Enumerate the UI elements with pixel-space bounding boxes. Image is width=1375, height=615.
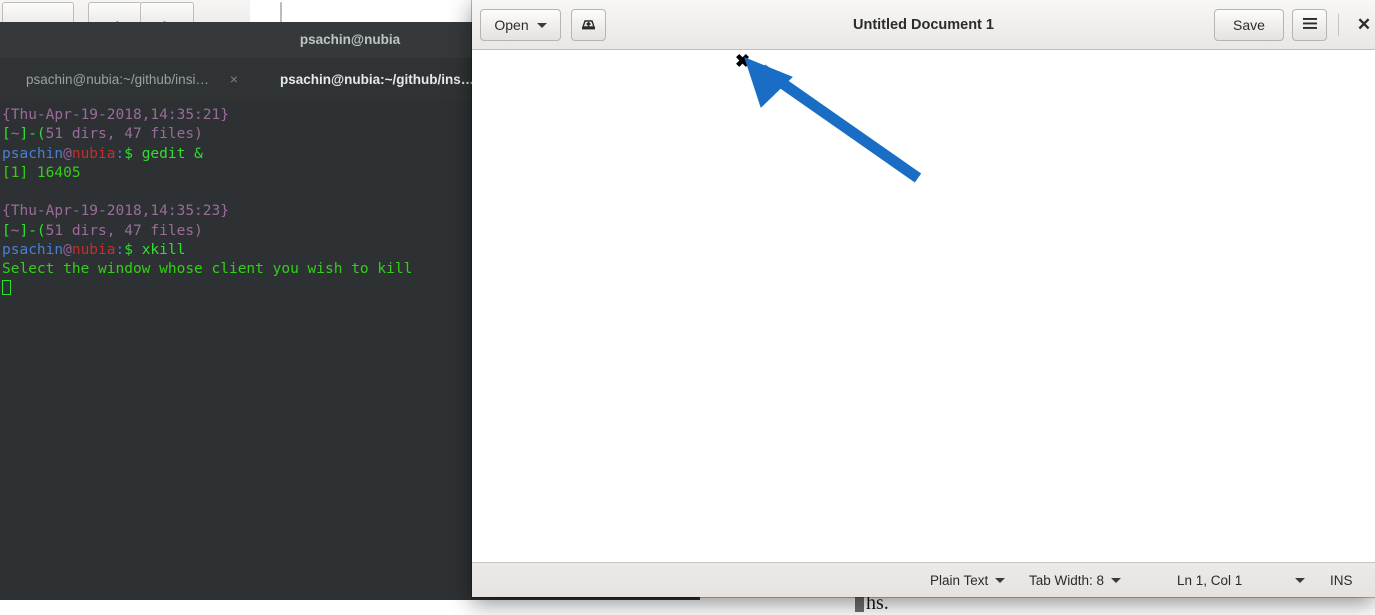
prompt-host-1: nubia <box>72 146 116 162</box>
gedit-window[interactable]: Untitled Document 1 Open Save <box>472 0 1375 597</box>
dirinfo-close-1: ) <box>194 126 203 142</box>
dirinfo-open-2: [ <box>2 223 11 239</box>
prompt-colon-1: : <box>116 146 125 162</box>
document-editor[interactable] <box>472 50 1375 562</box>
job-output-text: [1] 16405 <box>2 165 81 181</box>
terminal-tab-2[interactable]: psachin@nubia:~/github/ins… <box>266 58 486 100</box>
dirinfo-mid-1: ]-( <box>19 126 45 142</box>
timestamp-text: {Thu-Apr-19-2018,14:35:21} <box>2 107 229 123</box>
cursor-position: Ln 1, Col 1 <box>1177 563 1242 597</box>
gedit-statusbar[interactable]: Plain Text Tab Width: 8 Ln 1, Col 1 INS <box>472 562 1375 597</box>
prompt-at-2: @ <box>63 242 72 258</box>
open-button-label: Open <box>494 17 528 33</box>
prompt-dollar-2: $ <box>124 242 133 258</box>
prompt-command-1: gedit & <box>133 146 203 162</box>
chevron-down-icon <box>537 23 547 28</box>
terminal-cursor <box>2 280 11 295</box>
close-icon[interactable]: × <box>230 71 238 87</box>
chevron-down-icon <box>1295 578 1305 583</box>
save-button-label: Save <box>1233 17 1265 33</box>
prompt-colon-2: : <box>116 242 125 258</box>
cursor-position-label: Ln 1, Col 1 <box>1177 573 1242 588</box>
prompt-user-1: psachin <box>2 146 63 162</box>
dirinfo-mid-2: ]-( <box>19 223 45 239</box>
save-button[interactable]: Save <box>1214 9 1284 41</box>
new-document-icon <box>580 15 597 35</box>
gedit-headerbar[interactable]: Untitled Document 1 Open Save <box>472 0 1375 50</box>
hamburger-menu-button[interactable] <box>1292 9 1327 41</box>
cursor-position-dropdown[interactable] <box>1295 563 1305 597</box>
prompt-dollar-1: $ <box>124 146 133 162</box>
dirinfo-close-2: ) <box>194 223 203 239</box>
insert-mode-label: INS <box>1330 573 1353 588</box>
prompt-command-2: xkill <box>133 242 185 258</box>
xkill-cursor-icon: ✖ <box>735 52 750 70</box>
insert-mode-indicator[interactable]: INS <box>1330 563 1353 597</box>
terminal-tab-1[interactable]: psachin@nubia:~/github/insi… × <box>12 58 252 100</box>
xkill-message-text: Select the window whose client you wish … <box>2 261 412 277</box>
terminal-tab-2-label: psachin@nubia:~/github/ins… <box>280 72 474 87</box>
open-button[interactable]: Open <box>480 9 561 41</box>
headerbar-separator <box>1338 14 1339 36</box>
dirinfo-count-2: 51 dirs, 47 files <box>46 223 194 239</box>
prompt-host-2: nubia <box>72 242 116 258</box>
chevron-down-icon <box>1111 578 1121 583</box>
chevron-down-icon <box>995 578 1005 583</box>
language-label: Plain Text <box>930 573 988 588</box>
close-button[interactable]: ✕ <box>1348 9 1375 41</box>
dirinfo-open-1: [ <box>2 126 11 142</box>
dirinfo-count-1: 51 dirs, 47 files <box>46 126 194 142</box>
tab-width-label: Tab Width: 8 <box>1029 573 1104 588</box>
language-selector[interactable]: Plain Text <box>930 563 1005 597</box>
terminal-tab-1-label: psachin@nubia:~/github/insi… <box>26 72 209 87</box>
new-document-button[interactable] <box>571 9 606 41</box>
tab-width-selector[interactable]: Tab Width: 8 <box>1029 563 1121 597</box>
prompt-user-2: psachin <box>2 242 63 258</box>
prompt-at-1: @ <box>63 146 72 162</box>
timestamp-text-2: {Thu-Apr-19-2018,14:35:23} <box>2 203 229 219</box>
hamburger-menu-icon <box>1302 17 1318 33</box>
close-icon: ✕ <box>1357 15 1371 35</box>
